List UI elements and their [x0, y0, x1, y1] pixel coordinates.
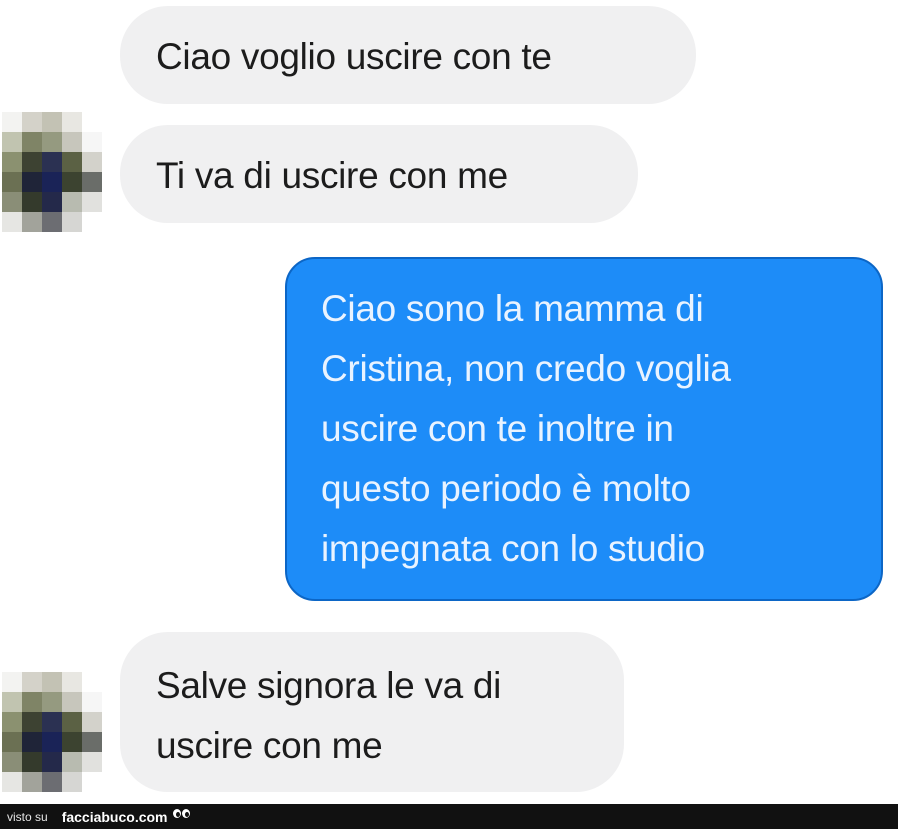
watermark-footer: visto su facciabuco.com: [0, 804, 898, 829]
message-line: uscire con me: [156, 725, 383, 766]
watermark-prefix: visto su: [7, 809, 48, 824]
user-avatar-icon[interactable]: [2, 112, 102, 232]
user-avatar-icon[interactable]: [2, 672, 102, 792]
message-line: Ciao sono la mamma di: [321, 288, 704, 329]
watermark-site[interactable]: facciabuco.com: [62, 809, 168, 825]
message-line: questo periodo è molto: [321, 468, 691, 509]
message-line: Cristina, non credo voglia: [321, 348, 731, 389]
message-bubble-incoming: Ti va di uscire con me: [120, 125, 638, 223]
message-text: Ciao voglio uscire con te: [156, 36, 552, 77]
message-line: Salve signora le va di: [156, 665, 502, 706]
message-line: uscire con te inoltre in: [321, 408, 674, 449]
message-line: impegnata con lo studio: [321, 528, 705, 569]
message-bubble-incoming: Ciao voglio uscire con te: [120, 6, 696, 104]
message-bubble-incoming: Salve signora le va di uscire con me: [120, 632, 624, 792]
eyes-logo-icon: [172, 809, 190, 818]
message-text: Ti va di uscire con me: [156, 155, 508, 196]
message-bubble-outgoing: Ciao sono la mamma di Cristina, non cred…: [285, 257, 883, 601]
